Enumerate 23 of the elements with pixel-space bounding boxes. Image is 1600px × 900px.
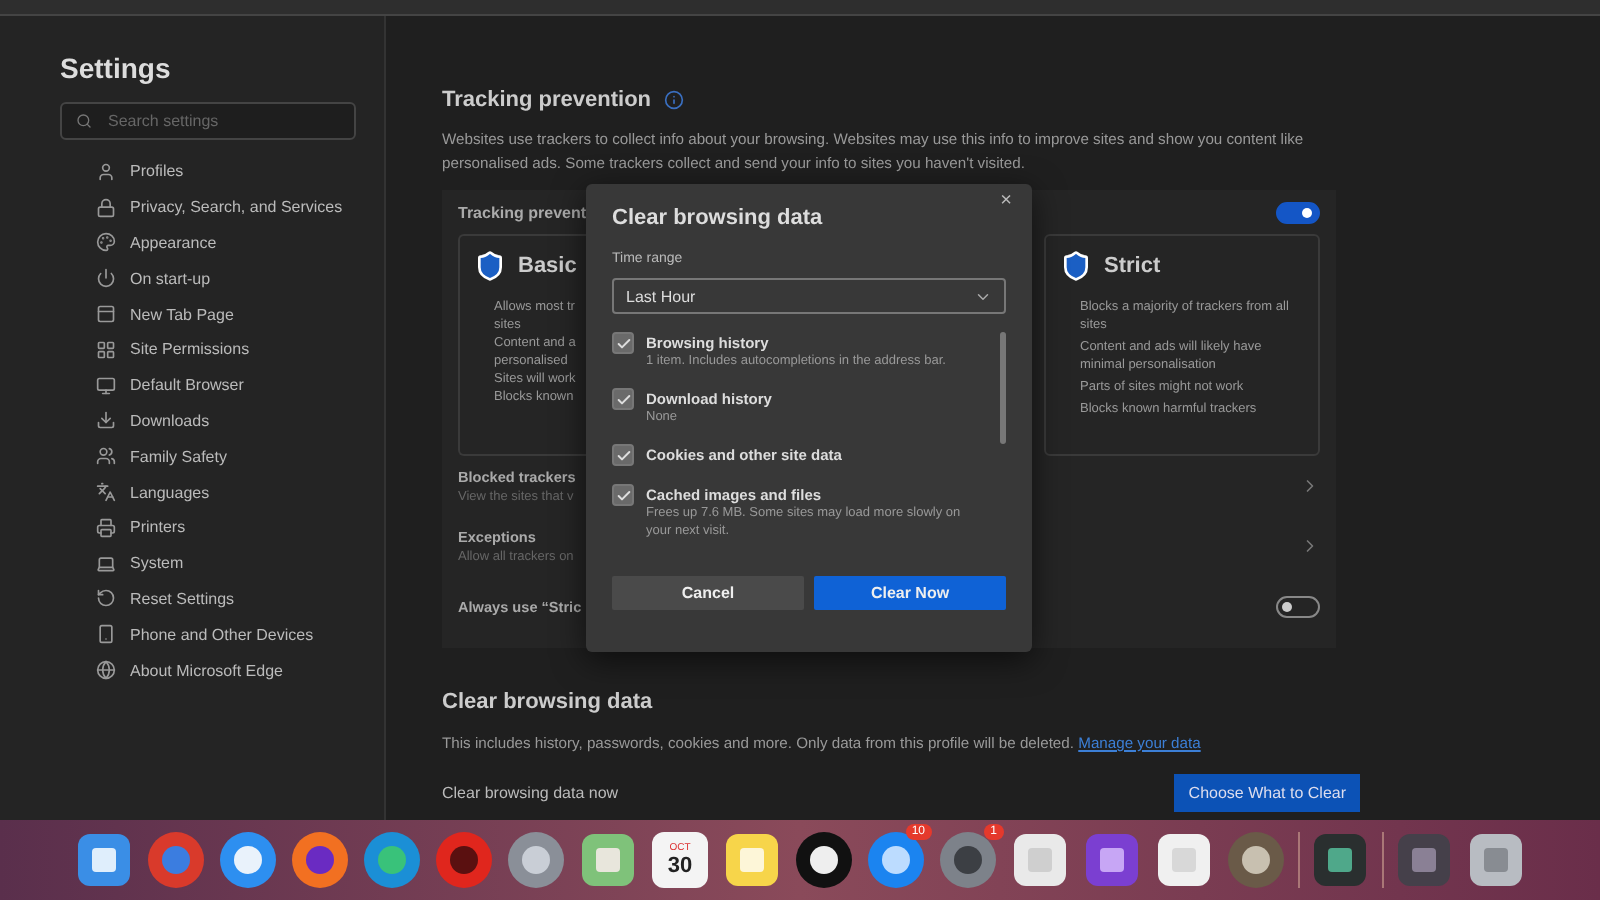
sidebar-label: On start-up [130,269,211,288]
card-title: Basic [518,254,577,278]
sidebar-label: Downloads [130,411,210,430]
sidebar-label: Site Permissions [130,340,250,359]
sidebar-label: System [130,554,184,573]
settings-title: Settings [60,52,173,84]
sidebar-label: About Microsoft Edge [130,661,283,680]
sidebar-label: Printers [130,518,186,537]
sidebar-label: Default Browser [130,376,244,395]
section-title: Tracking prevention [442,88,652,112]
sidebar-label: Languages [130,483,210,502]
sidebar-label: Reset Settings [130,589,235,608]
sidebar-label: New Tab Page [130,305,234,324]
sidebar-label: Privacy, Search, and Services [130,198,343,217]
card-title: Strict [1104,254,1161,278]
section-title: Clear browsing data [442,690,655,714]
panel-label: Tracking prevent [458,204,587,222]
dialog-title: Clear browsing data [612,206,825,230]
sidebar-label: Appearance [130,233,217,252]
action-label: Clear browsing data now [442,784,619,802]
sidebar-label: Family Safety [130,447,227,466]
sidebar-label: Profiles [130,162,184,181]
sidebar-label: Phone and Other Devices [130,625,314,644]
